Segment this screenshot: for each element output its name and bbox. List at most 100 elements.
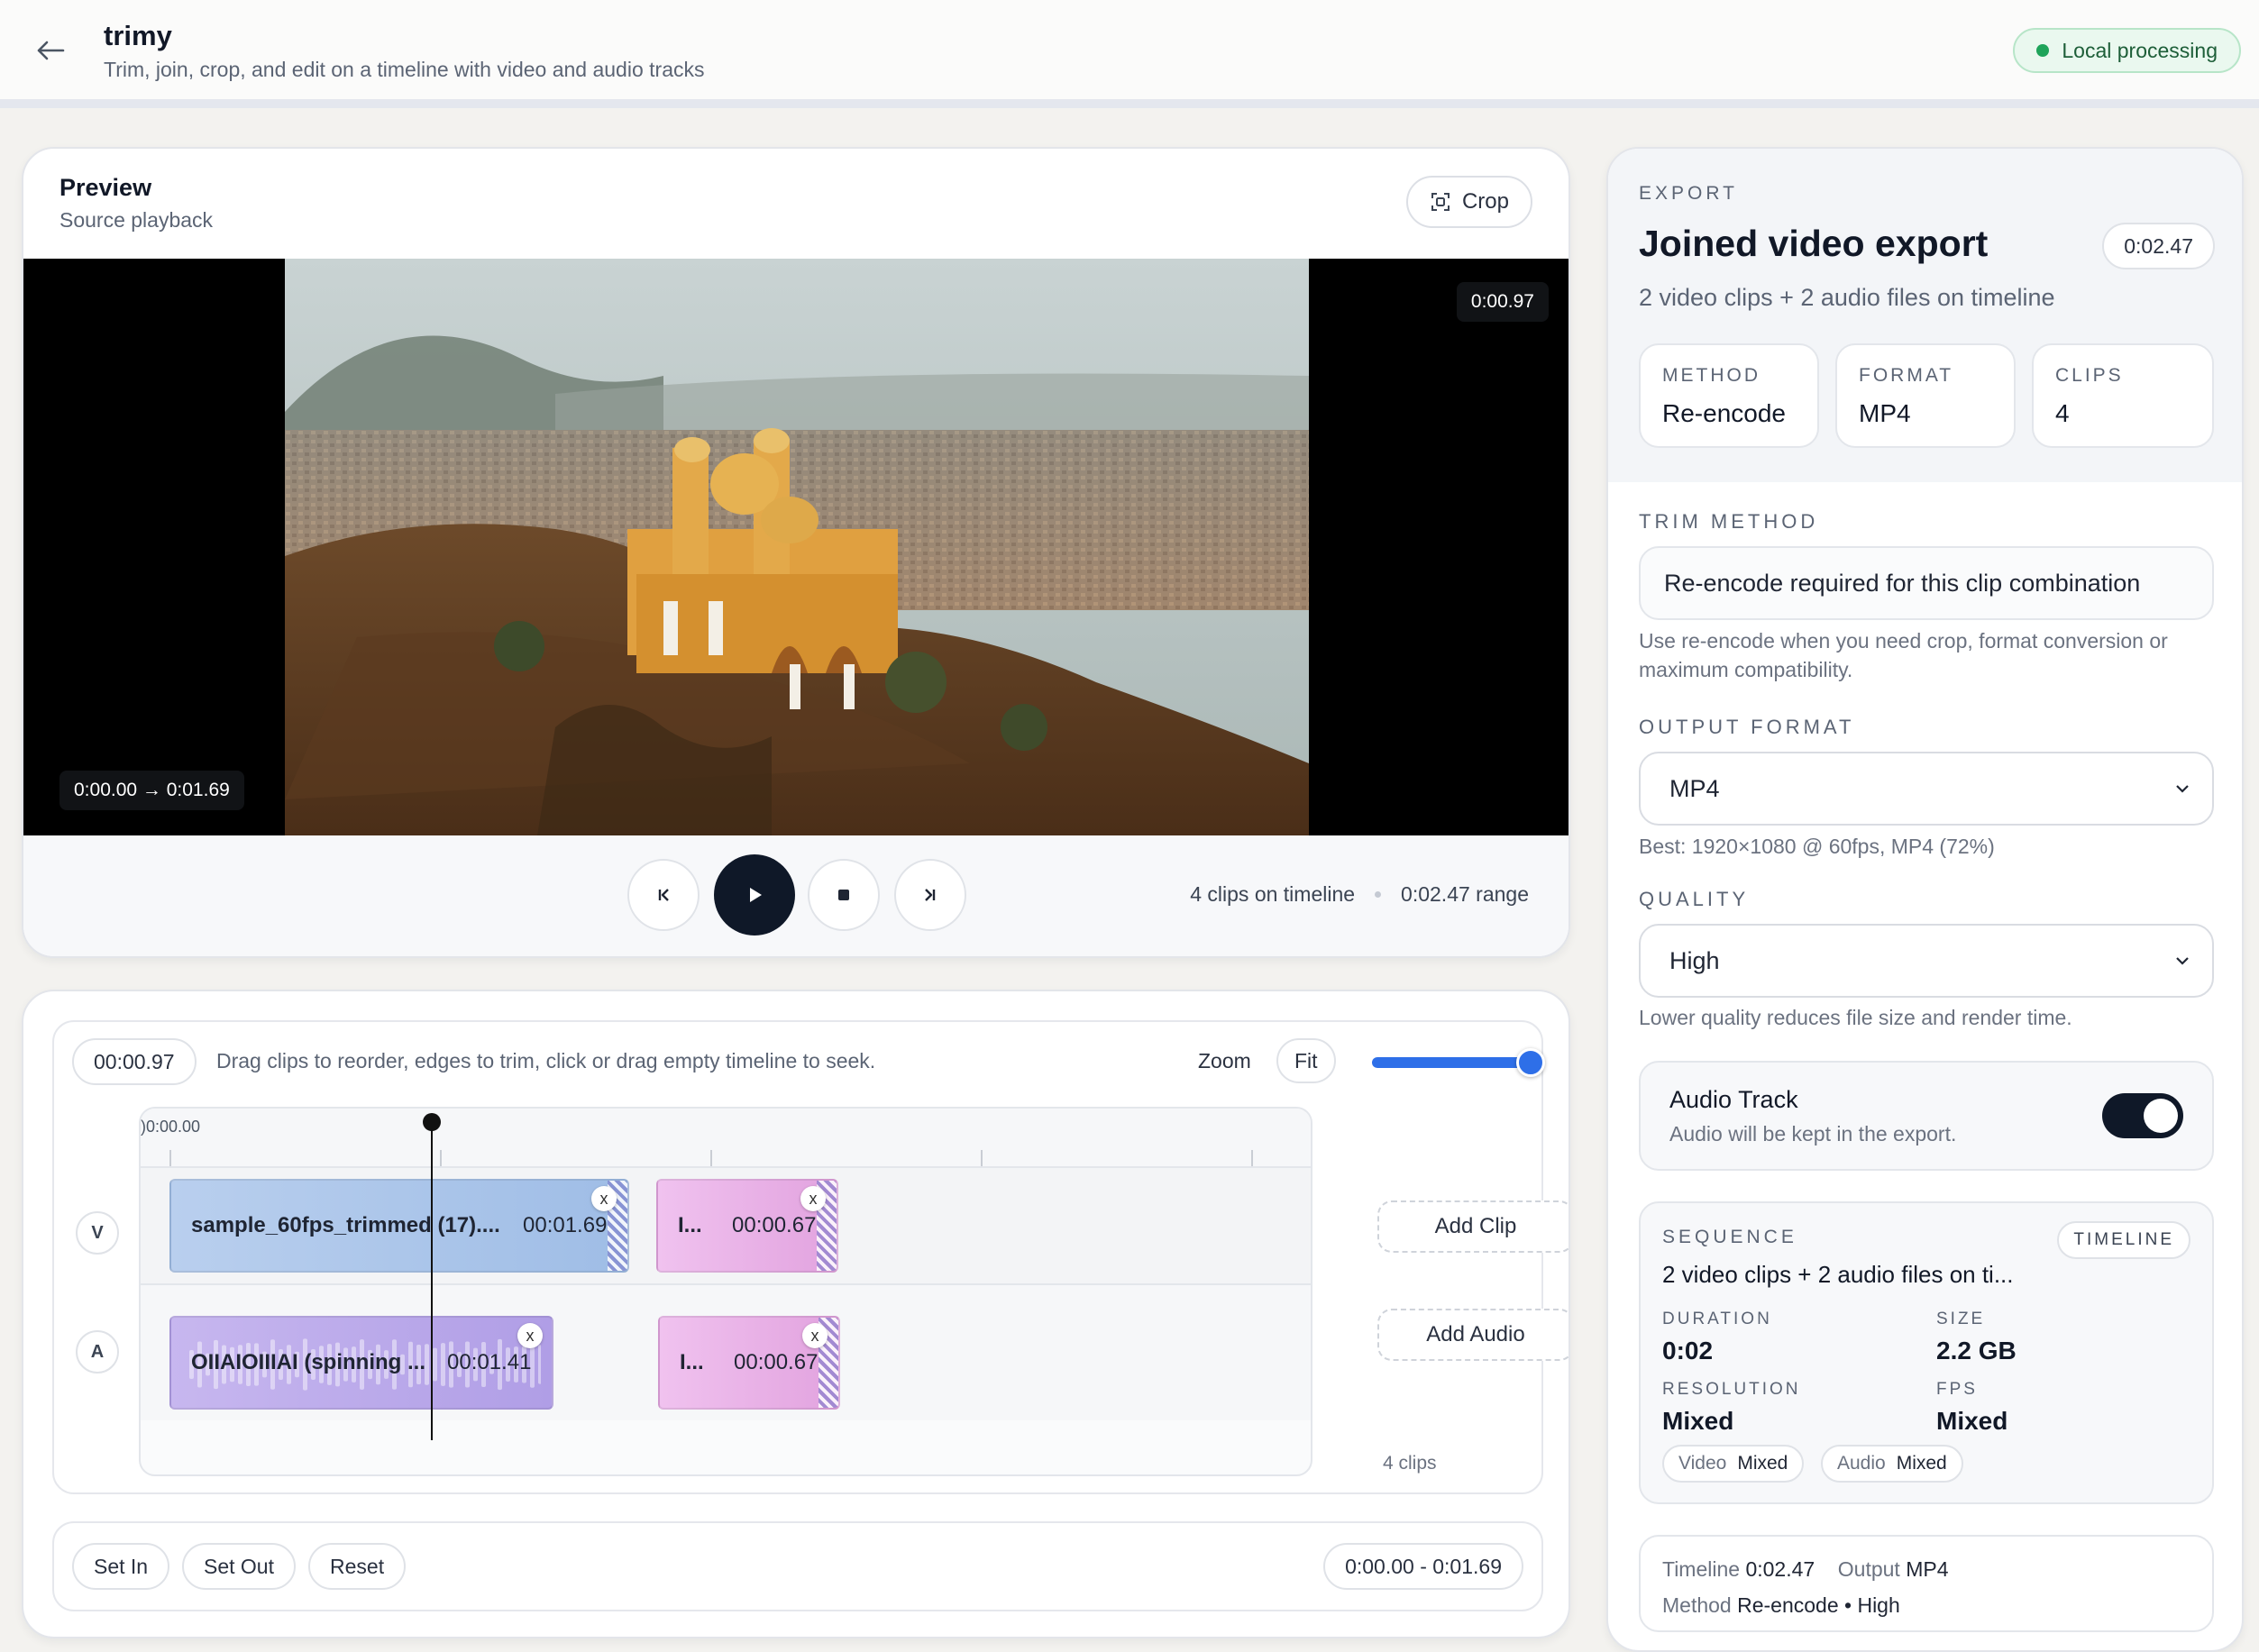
audio-clip-1[interactable]: OIIAIOIIIAI (spinning ... 00:01.41 x (169, 1316, 553, 1410)
timeline-panel: 00:00.97 Drag clips to reorder, edges to… (22, 990, 1570, 1638)
stat-label: CLIPS (2055, 365, 2124, 386)
clip-name: OIIAIOIIIAI (spinning ... (191, 1350, 425, 1374)
app-title: trimy (104, 20, 172, 51)
summary-method-value: Re-encode • High (1737, 1593, 1900, 1617)
selection-range: 0:00.00 - 0:01.69 (1323, 1543, 1523, 1590)
remove-clip-icon[interactable]: x (800, 1186, 826, 1211)
skip-start-icon (658, 889, 669, 901)
app-header: trimy Trim, join, crop, and edit on a ti… (0, 0, 2259, 108)
add-audio-button[interactable]: Add Audio (1377, 1309, 1568, 1361)
range-info: 0:02.47 range (1401, 882, 1529, 906)
size-value: 2.2 GB (1936, 1337, 2017, 1364)
fps-value: Mixed (1936, 1407, 2008, 1435)
add-clip-button[interactable]: Add Clip (1377, 1200, 1568, 1253)
app-subtitle: Trim, join, crop, and edit on a timeline… (104, 58, 705, 81)
duration-value: 0:02 (1662, 1337, 1714, 1364)
video-clip-2[interactable]: I... 00:00.67 x (656, 1179, 838, 1273)
play-button[interactable] (714, 854, 795, 936)
clip-name: I... (680, 1350, 704, 1374)
stat-method: METHOD Re-encode (1639, 343, 1819, 448)
trim-method-help: Use re-encode when you need crop, format… (1639, 629, 2168, 681)
size-stat: SIZE 2.2 GB (1936, 1310, 2017, 1365)
summary-output-key: Output (1837, 1557, 1900, 1581)
export-subtitle: 2 video clips + 2 audio files on timelin… (1639, 284, 2055, 311)
video-lane[interactable]: sample_60fps_trimmed (17).... 00:01.69 x… (141, 1168, 1311, 1285)
toggle-knob (2144, 1099, 2178, 1133)
remove-clip-icon[interactable]: x (591, 1186, 617, 1211)
video-player[interactable]: 0:00.97 0:00.00 → 0:01.69 (23, 259, 1568, 835)
zoom-slider-track[interactable] (1372, 1057, 1527, 1068)
audio-track-setting: Audio Track Audio will be kept in the ex… (1639, 1061, 2214, 1171)
skip-to-end-button[interactable] (894, 859, 966, 931)
back-arrow-icon[interactable] (32, 32, 69, 68)
resolution-stat: RESOLUTION Mixed (1662, 1380, 1801, 1436)
playhead-line[interactable] (431, 1125, 433, 1440)
export-eyebrow: EXPORT (1639, 183, 1738, 204)
resolution-value: Mixed (1662, 1407, 1734, 1435)
stat-label: METHOD (1662, 365, 1761, 386)
tag-key: Video (1678, 1453, 1727, 1474)
zoom-fit-button[interactable]: Fit (1276, 1038, 1336, 1083)
track-area[interactable]: )0:00.00 sample_60fps_trimmed (17).... 0… (139, 1107, 1312, 1476)
ruler-start-label: )0:00.00 (141, 1118, 201, 1136)
zoom-slider-handle[interactable] (1516, 1048, 1545, 1077)
ruler-tick (169, 1150, 171, 1166)
export-summary: Timeline 0:02.47 Output MP4 Method Re-en… (1639, 1535, 2214, 1632)
audio-codec-tag: Audio Mixed (1821, 1445, 1963, 1483)
remove-clip-icon[interactable]: x (517, 1323, 543, 1348)
clip-name: sample_60fps_trimmed (17).... (191, 1213, 500, 1237)
reset-button[interactable]: Reset (308, 1543, 407, 1590)
sequence-label: SEQUENCE (1662, 1227, 1797, 1247)
range-overlay: 0:00.00 → 0:01.69 (59, 771, 244, 810)
stat-clips: CLIPS 4 (2032, 343, 2214, 448)
resolution-label: RESOLUTION (1662, 1380, 1801, 1399)
summary-line-1: Timeline 0:02.47 Output MP4 (1662, 1551, 2190, 1587)
export-summary-header: EXPORT Joined video export 0:02.47 2 vid… (1608, 149, 2242, 482)
quality-label: QUALITY (1639, 888, 1750, 910)
audio-track-subtitle: Audio will be kept in the export. (1669, 1122, 1957, 1145)
skip-to-start-button[interactable] (627, 859, 700, 931)
chevron-down-icon (2176, 957, 2189, 965)
summary-method-key: Method (1662, 1593, 1732, 1617)
playback-controls: 4 clips on timeline 0:02.47 range (23, 835, 1568, 956)
zoom-label: Zoom (1198, 1049, 1251, 1072)
audio-lane-tag: A (76, 1330, 119, 1374)
tag-key: Audio (1837, 1453, 1886, 1474)
remove-clip-icon[interactable]: x (802, 1323, 828, 1348)
chevron-down-icon (2176, 785, 2189, 793)
audio-track-title: Audio Track (1669, 1086, 1798, 1113)
playhead-handle[interactable] (423, 1113, 441, 1131)
time-ruler[interactable]: )0:00.00 (141, 1109, 1311, 1168)
stop-icon (838, 890, 849, 900)
export-panel: EXPORT Joined video export 0:02.47 2 vid… (1606, 147, 2244, 1652)
set-in-button[interactable]: Set In (72, 1543, 170, 1590)
status-badge: Local processing (2013, 28, 2241, 73)
video-clip-1[interactable]: sample_60fps_trimmed (17).... 00:01.69 x (169, 1179, 629, 1273)
in-out-bar: Set In Set Out Reset 0:00.00 - 0:01.69 (52, 1521, 1543, 1611)
output-format-select[interactable]: MP4 (1639, 752, 2214, 826)
output-format-value: MP4 (1669, 774, 1720, 802)
set-out-button[interactable]: Set Out (182, 1543, 296, 1590)
timeline-hint: Drag clips to reorder, edges to trim, cl… (216, 1049, 876, 1072)
clip-count: 4 clips (1383, 1453, 1437, 1474)
sequence-value: 2 video clips + 2 audio files on ti... (1662, 1261, 2014, 1288)
size-label: SIZE (1936, 1310, 1986, 1328)
quality-select[interactable]: High (1639, 924, 2214, 998)
audio-lane[interactable]: OIIAIOIIIAI (spinning ... 00:01.41 x I..… (141, 1285, 1311, 1420)
crop-button[interactable]: Crop (1405, 176, 1532, 228)
stop-button[interactable] (808, 859, 880, 931)
summary-timeline-key: Timeline (1662, 1557, 1741, 1581)
timeline-editor: 00:00.97 Drag clips to reorder, edges to… (52, 1020, 1568, 1494)
sequence-info: SEQUENCE TIMELINE 2 video clips + 2 audi… (1639, 1201, 2214, 1504)
fps-label: FPS (1936, 1380, 1978, 1399)
status-dot-icon (2036, 44, 2050, 57)
export-title: Joined video export (1639, 223, 1989, 264)
audio-clip-2[interactable]: I... 00:00.67 x (658, 1316, 840, 1410)
tag-value: Mixed (1896, 1453, 1947, 1474)
sequence-badge: TIMELINE (2057, 1221, 2190, 1259)
clip-name: I... (678, 1213, 702, 1237)
preview-subtitle: Source playback (59, 208, 214, 232)
audio-track-toggle[interactable] (2102, 1093, 2183, 1138)
current-time-overlay: 0:00.97 (1456, 282, 1549, 322)
video-codec-tag: Video Mixed (1662, 1445, 1805, 1483)
